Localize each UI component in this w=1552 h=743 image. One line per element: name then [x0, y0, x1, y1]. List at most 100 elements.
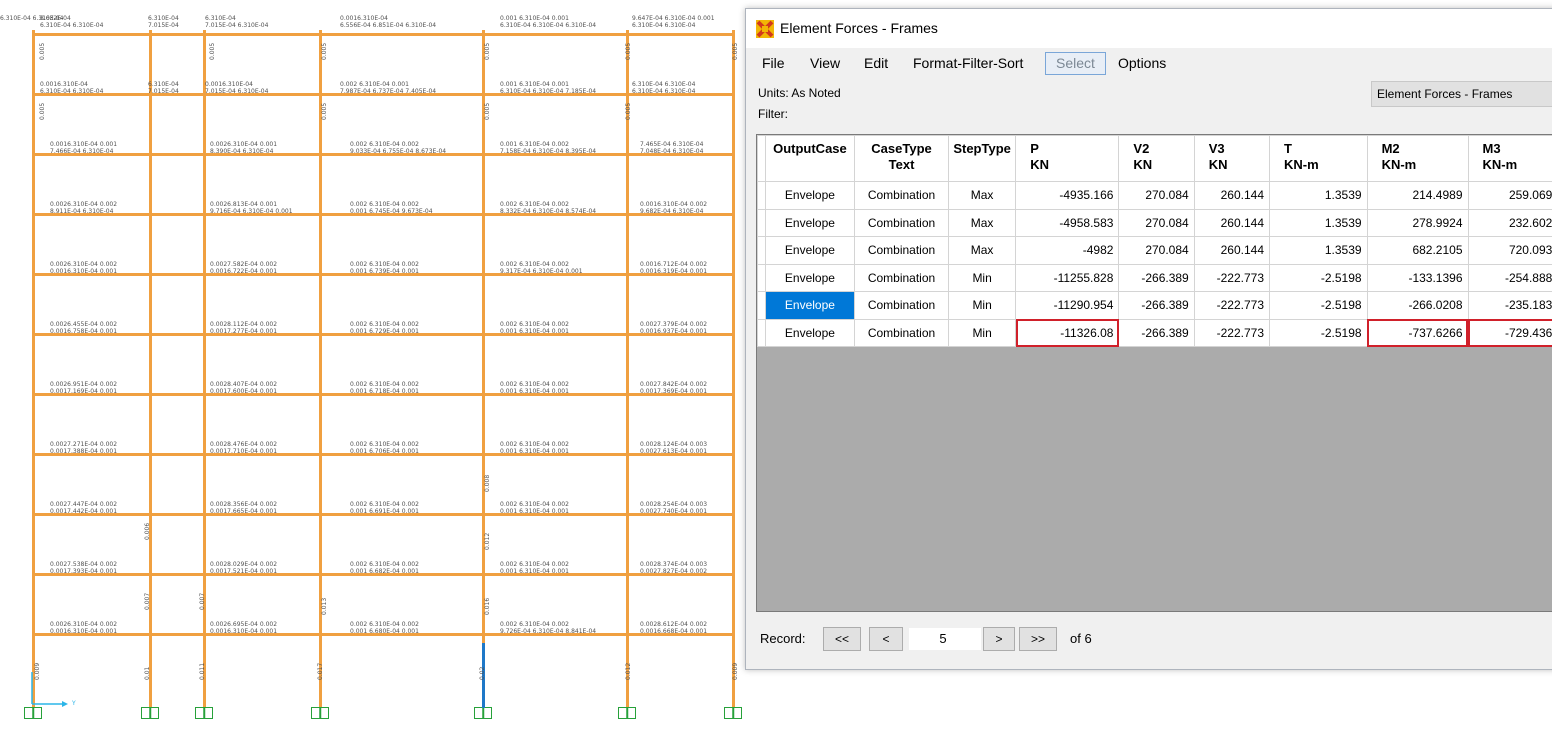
frame-beam[interactable] [150, 393, 204, 396]
table-cell[interactable]: Envelope [764, 318, 856, 347]
frame-column[interactable] [732, 30, 735, 708]
table-cell[interactable]: -2.5198 [1269, 318, 1368, 347]
column-header[interactable]: StepType [947, 135, 1017, 182]
column-header[interactable]: CaseType Text [854, 135, 949, 182]
column-header[interactable]: P KN [1015, 135, 1120, 182]
table-cell[interactable]: Envelope [764, 291, 856, 320]
previous-record-button[interactable]: < [869, 627, 903, 651]
frame-beam[interactable] [150, 333, 204, 336]
table-cell[interactable]: 260.144 [1193, 181, 1271, 210]
table-cell[interactable]: 270.084 [1118, 236, 1195, 265]
frame-column[interactable] [32, 30, 35, 708]
frame-beam[interactable] [204, 33, 320, 36]
table-cell[interactable]: 214.4989 [1366, 181, 1469, 210]
column-header[interactable]: M3 KN-m [1467, 135, 1552, 182]
table-cell[interactable]: Envelope [764, 263, 856, 292]
frame-column[interactable] [626, 30, 629, 708]
table-row[interactable]: Envelope Combination Max -4958.583 270.084 26… [757, 208, 1552, 237]
table-cell[interactable]: Combination [854, 291, 949, 320]
table-cell[interactable]: Combination [854, 263, 949, 292]
last-record-button[interactable]: >> [1019, 627, 1057, 651]
frame-beam[interactable] [150, 273, 204, 276]
table-cell[interactable]: -222.773 [1193, 318, 1271, 347]
table-cell[interactable]: -266.389 [1118, 318, 1195, 347]
table-cell[interactable]: -222.773 [1193, 263, 1271, 292]
table-cell[interactable]: Min [947, 318, 1017, 347]
table-cell[interactable]: -266.389 [1118, 291, 1195, 320]
table-cell[interactable]: 720.0936 [1467, 236, 1552, 265]
frame-beam[interactable] [483, 33, 627, 36]
table-cell[interactable]: 1.3539 [1269, 181, 1368, 210]
menu-view[interactable]: View [806, 53, 844, 74]
table-cell[interactable]: -11255.828 [1015, 263, 1120, 292]
column-header[interactable]: M2 KN-m [1366, 135, 1469, 182]
table-cell[interactable]: Combination [854, 181, 949, 210]
table-cell[interactable]: -2.5198 [1269, 291, 1368, 320]
table-cell[interactable]: -133.1396 [1366, 263, 1469, 292]
row-header[interactable] [757, 236, 766, 265]
frame-beam[interactable] [150, 573, 204, 576]
table-cell[interactable]: -729.4365 [1467, 318, 1552, 347]
table-row[interactable]: Envelope Combination Max -4982 270.084 260.14… [757, 236, 1552, 265]
table-cell[interactable]: Envelope [764, 181, 856, 210]
table-cell[interactable]: 270.084 [1118, 181, 1195, 210]
table-row[interactable]: Envelope Combination Min -11290.954 -266.389… [757, 291, 1552, 320]
title-bar[interactable]: Element Forces - Frames [746, 9, 1552, 48]
frame-beam[interactable] [627, 33, 733, 36]
column-header[interactable]: V2 KN [1118, 135, 1195, 182]
table-cell[interactable]: Combination [854, 208, 949, 237]
table-cell[interactable]: 1.3539 [1269, 236, 1368, 265]
frame-beam[interactable] [150, 453, 204, 456]
row-header[interactable] [757, 263, 766, 292]
table-cell[interactable]: 259.0699 [1467, 181, 1552, 210]
table-cell[interactable]: 270.084 [1118, 208, 1195, 237]
table-cell[interactable]: 260.144 [1193, 236, 1271, 265]
menu-edit[interactable]: Edit [860, 53, 892, 74]
table-cell[interactable]: 278.9924 [1366, 208, 1469, 237]
table-cell[interactable]: Min [947, 291, 1017, 320]
first-record-button[interactable]: << [823, 627, 861, 651]
table-cell[interactable]: 682.2105 [1366, 236, 1469, 265]
table-cell[interactable]: Combination [854, 318, 949, 347]
table-cell[interactable]: Min [947, 263, 1017, 292]
table-cell[interactable]: Combination [854, 236, 949, 265]
frame-beam[interactable] [150, 513, 204, 516]
column-header[interactable]: T KN-m [1269, 135, 1368, 182]
next-record-button[interactable]: > [983, 627, 1015, 651]
table-cell[interactable]: Envelope [764, 236, 856, 265]
data-grid[interactable]: OutputCase CaseType Text StepType P KN V2 KN V3 K… [756, 134, 1552, 612]
frame-beam[interactable] [150, 213, 204, 216]
frame-beam[interactable] [150, 633, 204, 636]
table-cell[interactable]: -266.389 [1118, 263, 1195, 292]
table-cell[interactable]: Max [947, 208, 1017, 237]
row-header[interactable] [757, 181, 766, 210]
table-selector[interactable]: Element Forces - Frames [1371, 81, 1552, 107]
row-header[interactable] [757, 208, 766, 237]
menu-format-filter-sort[interactable]: Format-Filter-Sort [909, 53, 1027, 74]
table-cell[interactable]: -4958.583 [1015, 208, 1120, 237]
table-cell[interactable]: -254.8885 [1467, 263, 1552, 292]
table-cell[interactable]: -235.1833 [1467, 291, 1552, 320]
record-number-input[interactable]: 5 [908, 627, 982, 651]
table-row[interactable]: Envelope Combination Max -4935.166 270.084 26… [757, 181, 1552, 210]
table-row[interactable]: Envelope Combination Min -11326.08 -266.389-… [757, 318, 1552, 347]
table-cell[interactable]: -2.5198 [1269, 263, 1368, 292]
menu-file[interactable]: File [758, 53, 789, 74]
row-header[interactable] [757, 318, 766, 347]
table-cell[interactable]: -11326.08 [1015, 318, 1120, 347]
menu-options[interactable]: Options [1114, 53, 1170, 74]
table-cell[interactable]: -4935.166 [1015, 181, 1120, 210]
table-cell[interactable]: Max [947, 236, 1017, 265]
frame-beam[interactable] [150, 33, 204, 36]
table-cell[interactable]: -222.773 [1193, 291, 1271, 320]
model-view[interactable]: 8.632E-04 6.310E-04 6.310E-04 0.0016.310E-0… [0, 0, 745, 743]
table-cell[interactable]: Envelope [764, 208, 856, 237]
table-cell[interactable]: 1.3539 [1269, 208, 1368, 237]
table-cell[interactable]: 232.6026 [1467, 208, 1552, 237]
table-cell[interactable]: Max [947, 181, 1017, 210]
frame-beam[interactable] [150, 153, 204, 156]
menu-select[interactable]: Select [1045, 52, 1106, 75]
table-cell[interactable]: -11290.954 [1015, 291, 1120, 320]
column-header[interactable]: V3 KN [1193, 135, 1271, 182]
frame-beam[interactable] [320, 33, 483, 36]
